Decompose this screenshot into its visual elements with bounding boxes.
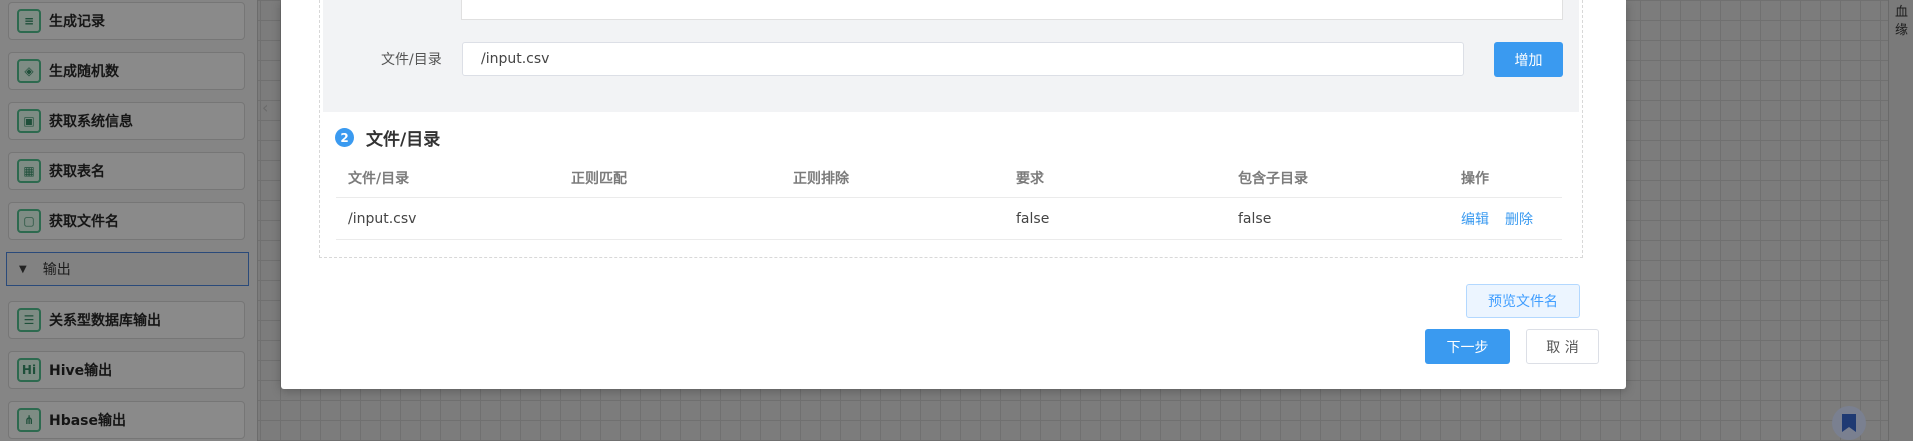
sidebar-item-table-names[interactable]: ▦ 获取表名 — [8, 152, 245, 190]
bookmark-icon — [1842, 414, 1856, 432]
next-step-button[interactable]: 下一步 — [1425, 329, 1510, 364]
bookmark-button[interactable] — [1832, 406, 1866, 440]
cell-path: /input.csv — [348, 210, 417, 227]
sidebar-item-label: 获取文件名 — [49, 214, 119, 230]
sidebar-item-generate-records[interactable]: ≡ 生成记录 — [8, 2, 245, 40]
column-header: 文件/目录 — [348, 170, 410, 187]
file-path-input[interactable]: /input.csv — [462, 42, 1464, 76]
file-table: 文件/目录 正则匹配 正则排除 要求 包含子目录 操作 /input.csv f… — [336, 158, 1562, 240]
preview-filenames-button[interactable]: 预览文件名 — [1466, 284, 1580, 318]
sidebar-item-label: 关系型数据库输出 — [49, 313, 161, 329]
file-config-dialog: 文件/目录 /input.csv 增加 2 文件/目录 文件/目录 正则匹配 正… — [281, 0, 1626, 389]
document-icon: ≡ — [17, 9, 41, 33]
monitor-icon: ▣ — [17, 109, 41, 133]
right-rail: 血缘 — [1888, 0, 1913, 441]
section-label: 输出 — [42, 262, 71, 278]
column-header: 正则匹配 — [571, 170, 627, 187]
step-heading: 2 文件/目录 — [335, 125, 440, 150]
step-number-badge: 2 — [335, 128, 354, 147]
collapse-chevron-icon[interactable]: ‹ — [262, 98, 268, 117]
component-sidebar: ≡ 生成记录 ◈ 生成随机数 ▣ 获取系统信息 ▦ 获取表名 ▢ 获取文件名 ▼… — [0, 0, 258, 441]
sidebar-item-system-info[interactable]: ▣ 获取系统信息 — [8, 102, 245, 140]
table-header: 文件/目录 正则匹配 正则排除 要求 包含子目录 操作 — [336, 158, 1562, 198]
sidebar-item-label: 生成随机数 — [49, 64, 119, 80]
cancel-button[interactable]: 取 消 — [1526, 329, 1599, 364]
column-header: 正则排除 — [793, 170, 849, 187]
lineage-tab[interactable]: 血缘 — [1889, 0, 1913, 44]
add-button[interactable]: 增加 — [1494, 42, 1563, 77]
database-icon: ☰ — [17, 308, 41, 332]
file-icon: ▢ — [17, 209, 41, 233]
cell-required: false — [1016, 210, 1050, 227]
column-header: 要求 — [1016, 170, 1044, 187]
column-header: 包含子目录 — [1238, 170, 1308, 187]
file-path-label: 文件/目录 — [381, 52, 442, 68]
sidebar-item-label: Hive输出 — [49, 363, 113, 379]
sidebar-item-file-names[interactable]: ▢ 获取文件名 — [8, 202, 245, 240]
table-row: /input.csv false false 编辑 删除 — [336, 198, 1562, 240]
sidebar-item-hbase-output[interactable]: ⋔ Hbase输出 — [8, 401, 245, 439]
sidebar-item-label: 获取表名 — [49, 164, 105, 180]
edit-link[interactable]: 编辑 — [1461, 212, 1489, 228]
textarea-bottom[interactable] — [461, 0, 1563, 20]
hive-icon: Hi — [17, 358, 41, 382]
sidebar-item-label: 生成记录 — [49, 14, 105, 30]
sidebar-item-label: Hbase输出 — [49, 413, 127, 429]
sidebar-item-rdb-output[interactable]: ☰ 关系型数据库输出 — [8, 301, 245, 339]
sidebar-section-output[interactable]: ▼ 输出 — [6, 252, 249, 286]
sidebar-item-generate-random[interactable]: ◈ 生成随机数 — [8, 52, 245, 90]
cube-icon: ◈ — [17, 59, 41, 83]
sidebar-item-label: 获取系统信息 — [49, 114, 133, 130]
cell-actions: 编辑 删除 — [1449, 209, 1562, 229]
caret-down-icon: ▼ — [19, 263, 27, 275]
step-title: 文件/目录 — [366, 130, 441, 150]
sidebar-item-hive-output[interactable]: Hi Hive输出 — [8, 351, 245, 389]
table-icon: ▦ — [17, 159, 41, 183]
delete-link[interactable]: 删除 — [1505, 212, 1533, 228]
hbase-icon: ⋔ — [17, 408, 41, 432]
column-header: 操作 — [1461, 170, 1489, 187]
cell-include-subdirs: false — [1238, 210, 1272, 227]
